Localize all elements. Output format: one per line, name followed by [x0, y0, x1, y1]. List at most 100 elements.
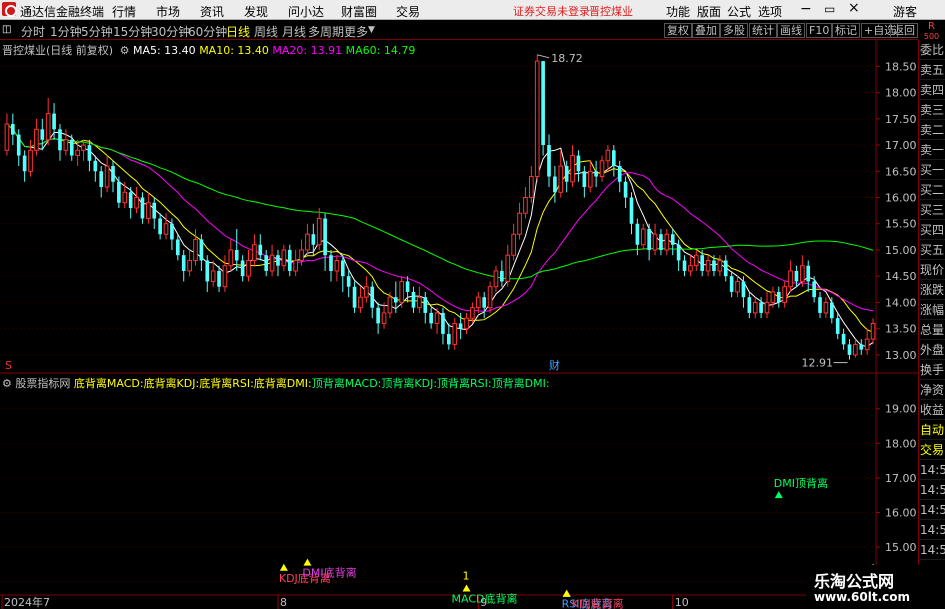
sub-indicator-title[interactable]: 股票指标网 [15, 377, 70, 390]
candle-body [558, 165, 564, 193]
btn-tongji[interactable]: 统计 [749, 23, 777, 38]
side-panel-item[interactable]: 卖一 [920, 140, 945, 160]
candle-body [782, 286, 788, 303]
side-panel-item[interactable]: 14:56 [920, 480, 945, 500]
level2-badge[interactable]: R 500 [918, 21, 945, 41]
period-multi[interactable]: 多周期 [308, 23, 344, 40]
menu-gongneng[interactable]: 功能 [666, 3, 690, 20]
menu-banmian[interactable]: 版面 [697, 3, 721, 20]
btn-duogu[interactable]: 多股 [720, 23, 748, 38]
period-5min[interactable]: 5分钟 [81, 23, 113, 40]
candle-body [794, 270, 799, 282]
low-price-label: 12.91 [801, 357, 833, 370]
sub-legend-item: 顶背离MACD: [311, 377, 382, 390]
candle-body [158, 218, 162, 235]
side-panel-item[interactable]: 外盘 [920, 340, 945, 360]
candle-body [228, 249, 234, 267]
menu-faxian[interactable]: 发现 [244, 3, 268, 20]
candle [305, 223, 310, 256]
period-monthly[interactable]: 月线 [282, 23, 306, 40]
menu-xuanxiang[interactable]: 选项 [758, 3, 782, 20]
kline-chart[interactable]: 18.50 18.00 17.50 17.00 16.50 16.00 15.50 15.00… [0, 40, 922, 609]
candle-body [93, 160, 98, 172]
side-panel-item[interactable]: 委比 [920, 40, 945, 60]
period-30min[interactable]: 30分钟 [151, 23, 190, 40]
login-warning[interactable]: 证券交易未登录 [513, 3, 590, 19]
chart-area[interactable]: 18.50 18.00 17.50 17.00 16.50 16.00 15.50 15.00… [0, 40, 922, 609]
btn-back[interactable]: 返回 [890, 23, 918, 38]
candle [511, 223, 516, 261]
settings-gear-icon[interactable]: ⚙ [120, 44, 130, 57]
period-weekly[interactable]: 周线 [254, 23, 278, 40]
menu-zixun[interactable]: 资讯 [200, 3, 224, 20]
side-panel-item[interactable]: 买三 [920, 200, 945, 220]
btn-biaoji[interactable]: 标记 [832, 23, 860, 38]
period-more[interactable]: 更多 [344, 23, 368, 40]
btn-fuquan[interactable]: 复权 [664, 23, 692, 38]
side-panel-item[interactable]: 涨幅 [920, 300, 945, 320]
close-icon[interactable]: × [848, 0, 860, 16]
candle [81, 139, 86, 161]
candle [617, 160, 622, 193]
menu-hangqing[interactable]: 行情 [112, 3, 136, 20]
side-panel-item[interactable]: 卖二 [920, 120, 945, 140]
candle [541, 61, 545, 156]
guest-button[interactable]: 游客 [893, 3, 917, 20]
side-panel-item[interactable]: 交易 [920, 440, 945, 460]
price-tick-label: 18.00 [885, 87, 917, 100]
candle-body [611, 150, 616, 167]
side-panel-item[interactable]: 卖五 [920, 60, 945, 80]
candle-body [140, 197, 145, 219]
period-60min[interactable]: 60分钟 [188, 23, 227, 40]
side-panel-item[interactable]: 买四 [920, 220, 945, 240]
candle-body [729, 276, 734, 292]
side-panel-item[interactable]: 买二 [920, 180, 945, 200]
candle [818, 291, 822, 319]
candle-body [399, 280, 405, 303]
candle-body [281, 249, 287, 267]
candle [364, 276, 369, 303]
side-panel-item[interactable]: 14:56 [920, 500, 945, 520]
candle [93, 155, 98, 182]
side-panel-item[interactable]: 自动 [920, 420, 945, 440]
side-panel-item[interactable]: 14:56 [920, 460, 945, 480]
side-panel-item[interactable]: 卖三 [920, 100, 945, 120]
side-panel-item[interactable]: 卖四 [920, 80, 945, 100]
candle-body [170, 223, 174, 240]
lock-icon[interactable]: ◫ [2, 24, 11, 35]
candle-body [705, 259, 711, 272]
more-chevron-icon[interactable]: ▼ [368, 25, 375, 35]
menu-caifuquan[interactable]: 财富圈 [341, 3, 377, 20]
side-panel-item[interactable]: 换手 [920, 360, 945, 380]
side-panel-item[interactable]: 总量 [920, 320, 945, 340]
side-panel-item[interactable]: 涨跌 [920, 280, 945, 300]
side-panel-item[interactable]: 买五 [920, 240, 945, 260]
candle [823, 297, 829, 319]
sub-legend-item: 底背离DMI: [253, 377, 312, 390]
side-panel-item[interactable]: 收益 [920, 400, 945, 420]
btn-diejia[interactable]: 叠加 [692, 23, 720, 38]
menu-jiaoyi[interactable]: 交易 [396, 3, 420, 20]
candle [752, 297, 758, 319]
side-panel-item[interactable]: 14:56 [920, 540, 945, 560]
side-panel-item[interactable]: 现价 [920, 260, 945, 280]
maximize-icon[interactable]: ▭ [824, 2, 835, 16]
period-15min[interactable]: 15分钟 [113, 23, 152, 40]
btn-f10[interactable]: F10 [806, 23, 833, 38]
side-panel-item[interactable]: 14:56 [920, 520, 945, 540]
sub-settings-gear-icon[interactable]: ⚙ [2, 377, 12, 390]
menu-gongshi[interactable]: 公式 [727, 3, 751, 20]
side-panel-item[interactable]: 净资 [920, 380, 945, 400]
candle-body [134, 197, 139, 209]
candle [140, 192, 145, 224]
period-fenshi[interactable]: 分时 [21, 23, 45, 40]
period-1min[interactable]: 1分钟 [50, 23, 82, 40]
side-panel-item[interactable]: 买一 [920, 160, 945, 180]
candle-body [217, 270, 221, 287]
minimize-icon[interactable]: − [800, 1, 812, 17]
candle-body [334, 259, 340, 272]
menu-wenxiaoda[interactable]: 问小达 [288, 3, 324, 20]
period-daily[interactable]: 日线 [226, 23, 250, 40]
menu-shichang[interactable]: 市场 [156, 3, 180, 20]
btn-huaxian[interactable]: 画线 [777, 23, 805, 38]
